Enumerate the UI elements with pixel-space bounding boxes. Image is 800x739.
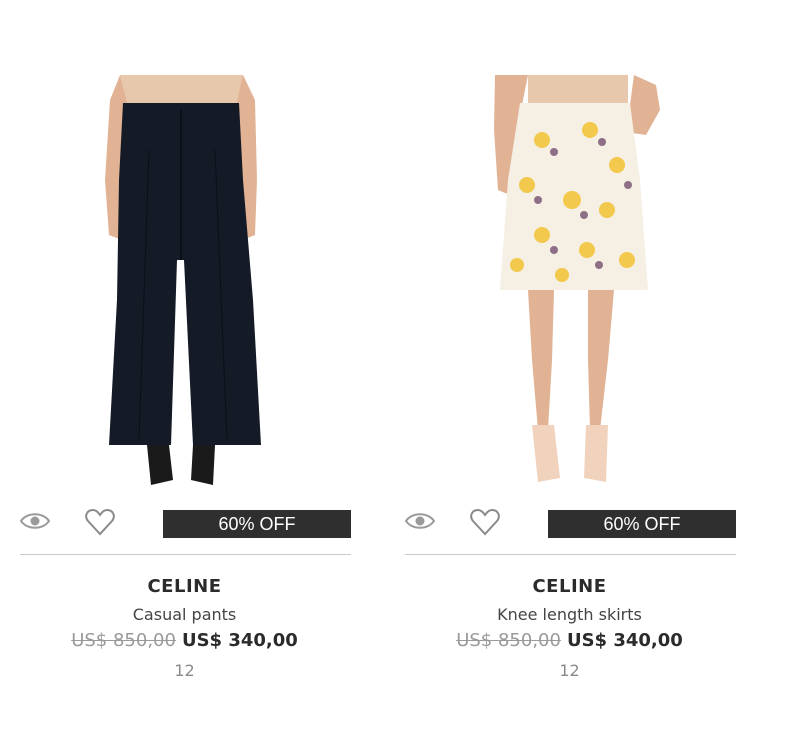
eye-icon[interactable] (404, 510, 436, 532)
size-count: 12 (174, 661, 195, 680)
product-image[interactable] (17, 60, 352, 500)
product-brand[interactable]: CELINE (17, 576, 352, 597)
sale-price: US$ 340,00 (181, 630, 298, 651)
product-price: US$ 850,00 US$ 340,00 (402, 630, 737, 651)
heart-icon[interactable] (469, 508, 501, 536)
product-card[interactable]: 60% OFF CELINE Casual pants US$ 850,00 US… (17, 0, 352, 739)
original-price: US$ 850,00 (71, 630, 176, 651)
product-card[interactable]: 60% OFF CELINE Knee length skirts US$ 85… (402, 0, 737, 739)
sale-price: US$ 340,00 (566, 630, 683, 651)
product-actions: 60% OFF (17, 506, 352, 542)
product-brand[interactable]: CELINE (402, 576, 737, 597)
floral-skirt-illustration (494, 75, 660, 482)
product-image[interactable] (402, 60, 737, 500)
size-count: 12 (559, 661, 580, 680)
product-type[interactable]: Casual pants (17, 605, 352, 624)
original-price: US$ 850,00 (456, 630, 561, 651)
divider (20, 554, 351, 555)
product-price: US$ 850,00 US$ 340,00 (17, 630, 352, 651)
eye-icon[interactable] (19, 510, 51, 532)
product-actions: 60% OFF (402, 506, 737, 542)
discount-badge: 60% OFF (548, 510, 736, 538)
heart-icon[interactable] (84, 508, 116, 536)
product-type[interactable]: Knee length skirts (402, 605, 737, 624)
black-pants-illustration (105, 75, 261, 485)
divider (405, 554, 736, 555)
discount-badge: 60% OFF (163, 510, 351, 538)
